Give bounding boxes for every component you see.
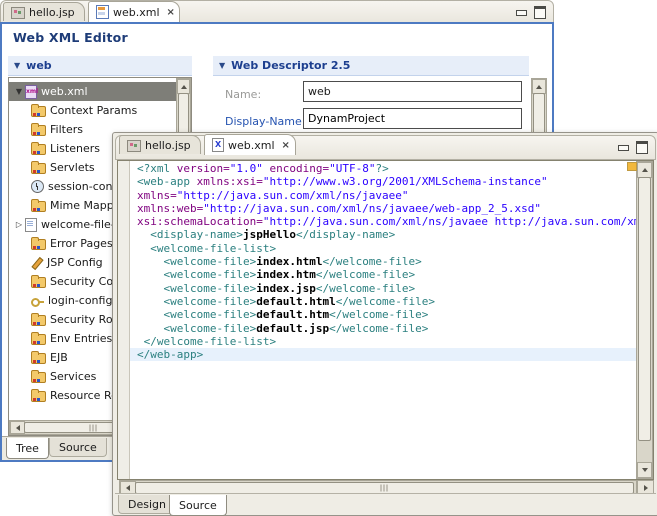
pencil-icon (31, 257, 43, 269)
web-xml-source-window: hello.jsp web.xml × <?xml version="1.0" … (112, 132, 657, 516)
tab-hello-jsp[interactable]: hello.jsp (119, 135, 201, 154)
folder-icon (31, 391, 46, 402)
tab-hello-jsp[interactable]: hello.jsp (3, 2, 85, 21)
code-line[interactable]: </welcome-file-list> (130, 335, 638, 348)
tab-source-back[interactable]: Source (49, 438, 107, 457)
tree-item-web-xml[interactable]: ▼ web.xml (9, 82, 177, 101)
tree-item-context-params[interactable]: Context Params (9, 101, 177, 120)
code-line[interactable]: xsi:schemaLocation="http://java.sun.com/… (130, 215, 638, 228)
overview-marker[interactable] (627, 162, 637, 171)
page-tab-label: Source (59, 441, 97, 454)
folder-icon (31, 201, 46, 212)
minimize-icon[interactable] (618, 145, 629, 151)
jsp-file-icon (127, 140, 141, 152)
tree-item-label: Error Pages (50, 237, 113, 250)
code-line[interactable]: <welcome-file>index.jsp</welcome-file> (130, 282, 638, 295)
xml-doc-icon (212, 138, 224, 152)
window-buttons (516, 6, 546, 19)
folder-icon (31, 125, 46, 136)
clock-icon (31, 180, 44, 193)
minimize-icon[interactable] (516, 10, 527, 16)
code-line[interactable]: <welcome-file>index.htm</welcome-file> (130, 268, 638, 281)
tree-item-label: Servlets (50, 161, 95, 174)
section-title: Web Descriptor 2.5 (231, 59, 350, 72)
folder-icon (31, 315, 46, 326)
tab-tree[interactable]: Tree (6, 438, 49, 459)
code-line[interactable]: <welcome-file>index.html</welcome-file> (130, 255, 638, 268)
tree-item-label: Listeners (50, 142, 100, 155)
code-line[interactable]: <welcome-file>default.jsp</welcome-file> (130, 322, 638, 335)
tree-item-label: Filters (50, 123, 83, 136)
code-line[interactable]: <web-app xmlns:xsi="http://www.w3.org/20… (130, 175, 638, 188)
maximize-icon[interactable] (636, 141, 648, 154)
page-title: Web XML Editor (13, 30, 128, 45)
window-buttons (618, 141, 648, 154)
code-line[interactable]: <welcome-file>default.htm</welcome-file> (130, 308, 638, 321)
section-title: web (26, 59, 52, 72)
folder-icon (31, 106, 46, 117)
code-line[interactable]: <?xml version="1.0" encoding="UTF-8"?> (130, 162, 638, 175)
code-line[interactable]: <welcome-file-list> (130, 242, 638, 255)
folder-icon (31, 144, 46, 155)
close-icon[interactable]: × (282, 140, 290, 151)
tab-web-xml[interactable]: web.xml × (88, 1, 180, 22)
tab-source-front[interactable]: Source (169, 495, 227, 516)
folder-icon (31, 334, 46, 345)
tree-item-label: Context Params (50, 104, 137, 117)
tab-label: hello.jsp (29, 6, 75, 19)
tree-item-label: EJB (50, 351, 68, 364)
chevron-down-icon: ▼ (219, 62, 225, 70)
xmlfile-icon (25, 85, 37, 99)
chevron-down-icon[interactable]: ▼ (13, 87, 25, 96)
tree-item-label: login-config (48, 294, 112, 307)
page-tab-label: Design (128, 498, 166, 511)
annotation-ruler[interactable] (118, 161, 130, 479)
folder-icon (31, 353, 46, 364)
maximize-icon[interactable] (534, 6, 546, 19)
tab-label: web.xml (113, 6, 160, 19)
folder-icon (31, 239, 46, 250)
tab-label: hello.jsp (145, 139, 191, 152)
code-line-current[interactable]: </web-app> (130, 348, 638, 361)
tree-item-label: JSP Config (47, 256, 103, 269)
tab-web-xml[interactable]: web.xml × (204, 134, 296, 155)
tree-item-label: web.xml (41, 85, 88, 98)
folder-icon (31, 163, 46, 174)
tree-section-header[interactable]: ▼ web (8, 56, 192, 76)
jsp-file-icon (11, 7, 25, 19)
display-name-field-label: Display-Name: (225, 115, 305, 128)
web-xml-file-icon (96, 5, 109, 19)
code-line[interactable]: <display-name>jspHello</display-name> (130, 228, 638, 241)
tab-label: web.xml (228, 139, 275, 152)
close-icon[interactable]: × (167, 7, 175, 18)
tree-item-label: Services (50, 370, 96, 383)
screen: hello.jsp web.xml × Web XML Editor ▼ web… (0, 0, 657, 516)
tab-design[interactable]: Design (118, 495, 176, 514)
code-line[interactable]: <welcome-file>default.html</welcome-file… (130, 295, 638, 308)
key-icon (31, 295, 44, 307)
chevron-right-icon[interactable]: ▷ (13, 220, 25, 229)
display-name-field[interactable] (303, 108, 522, 129)
editor-vertical-scrollbar[interactable] (636, 161, 653, 479)
page-tab-label: Tree (16, 442, 39, 455)
xml-source-editor: <?xml version="1.0" encoding="UTF-8"?><w… (117, 160, 654, 480)
chevron-down-icon: ▼ (14, 62, 20, 70)
page-tab-strip: Design Source (115, 493, 656, 515)
name-field-label: Name: (225, 88, 261, 101)
descriptor-section-header[interactable]: ▼ Web Descriptor 2.5 (213, 56, 529, 76)
page-tab-label: Source (179, 499, 217, 512)
code-line[interactable]: xmlns:web="http://java.sun.com/xml/ns/ja… (130, 202, 638, 215)
code-area[interactable]: <?xml version="1.0" encoding="UTF-8"?><w… (130, 162, 638, 479)
folder-icon (31, 277, 46, 288)
page-icon (25, 218, 37, 232)
folder-icon (31, 372, 46, 383)
tree-item-label: Env Entries (50, 332, 112, 345)
name-field[interactable] (303, 81, 522, 102)
code-line[interactable]: xmlns="http://java.sun.com/xml/ns/javaee… (130, 189, 638, 202)
